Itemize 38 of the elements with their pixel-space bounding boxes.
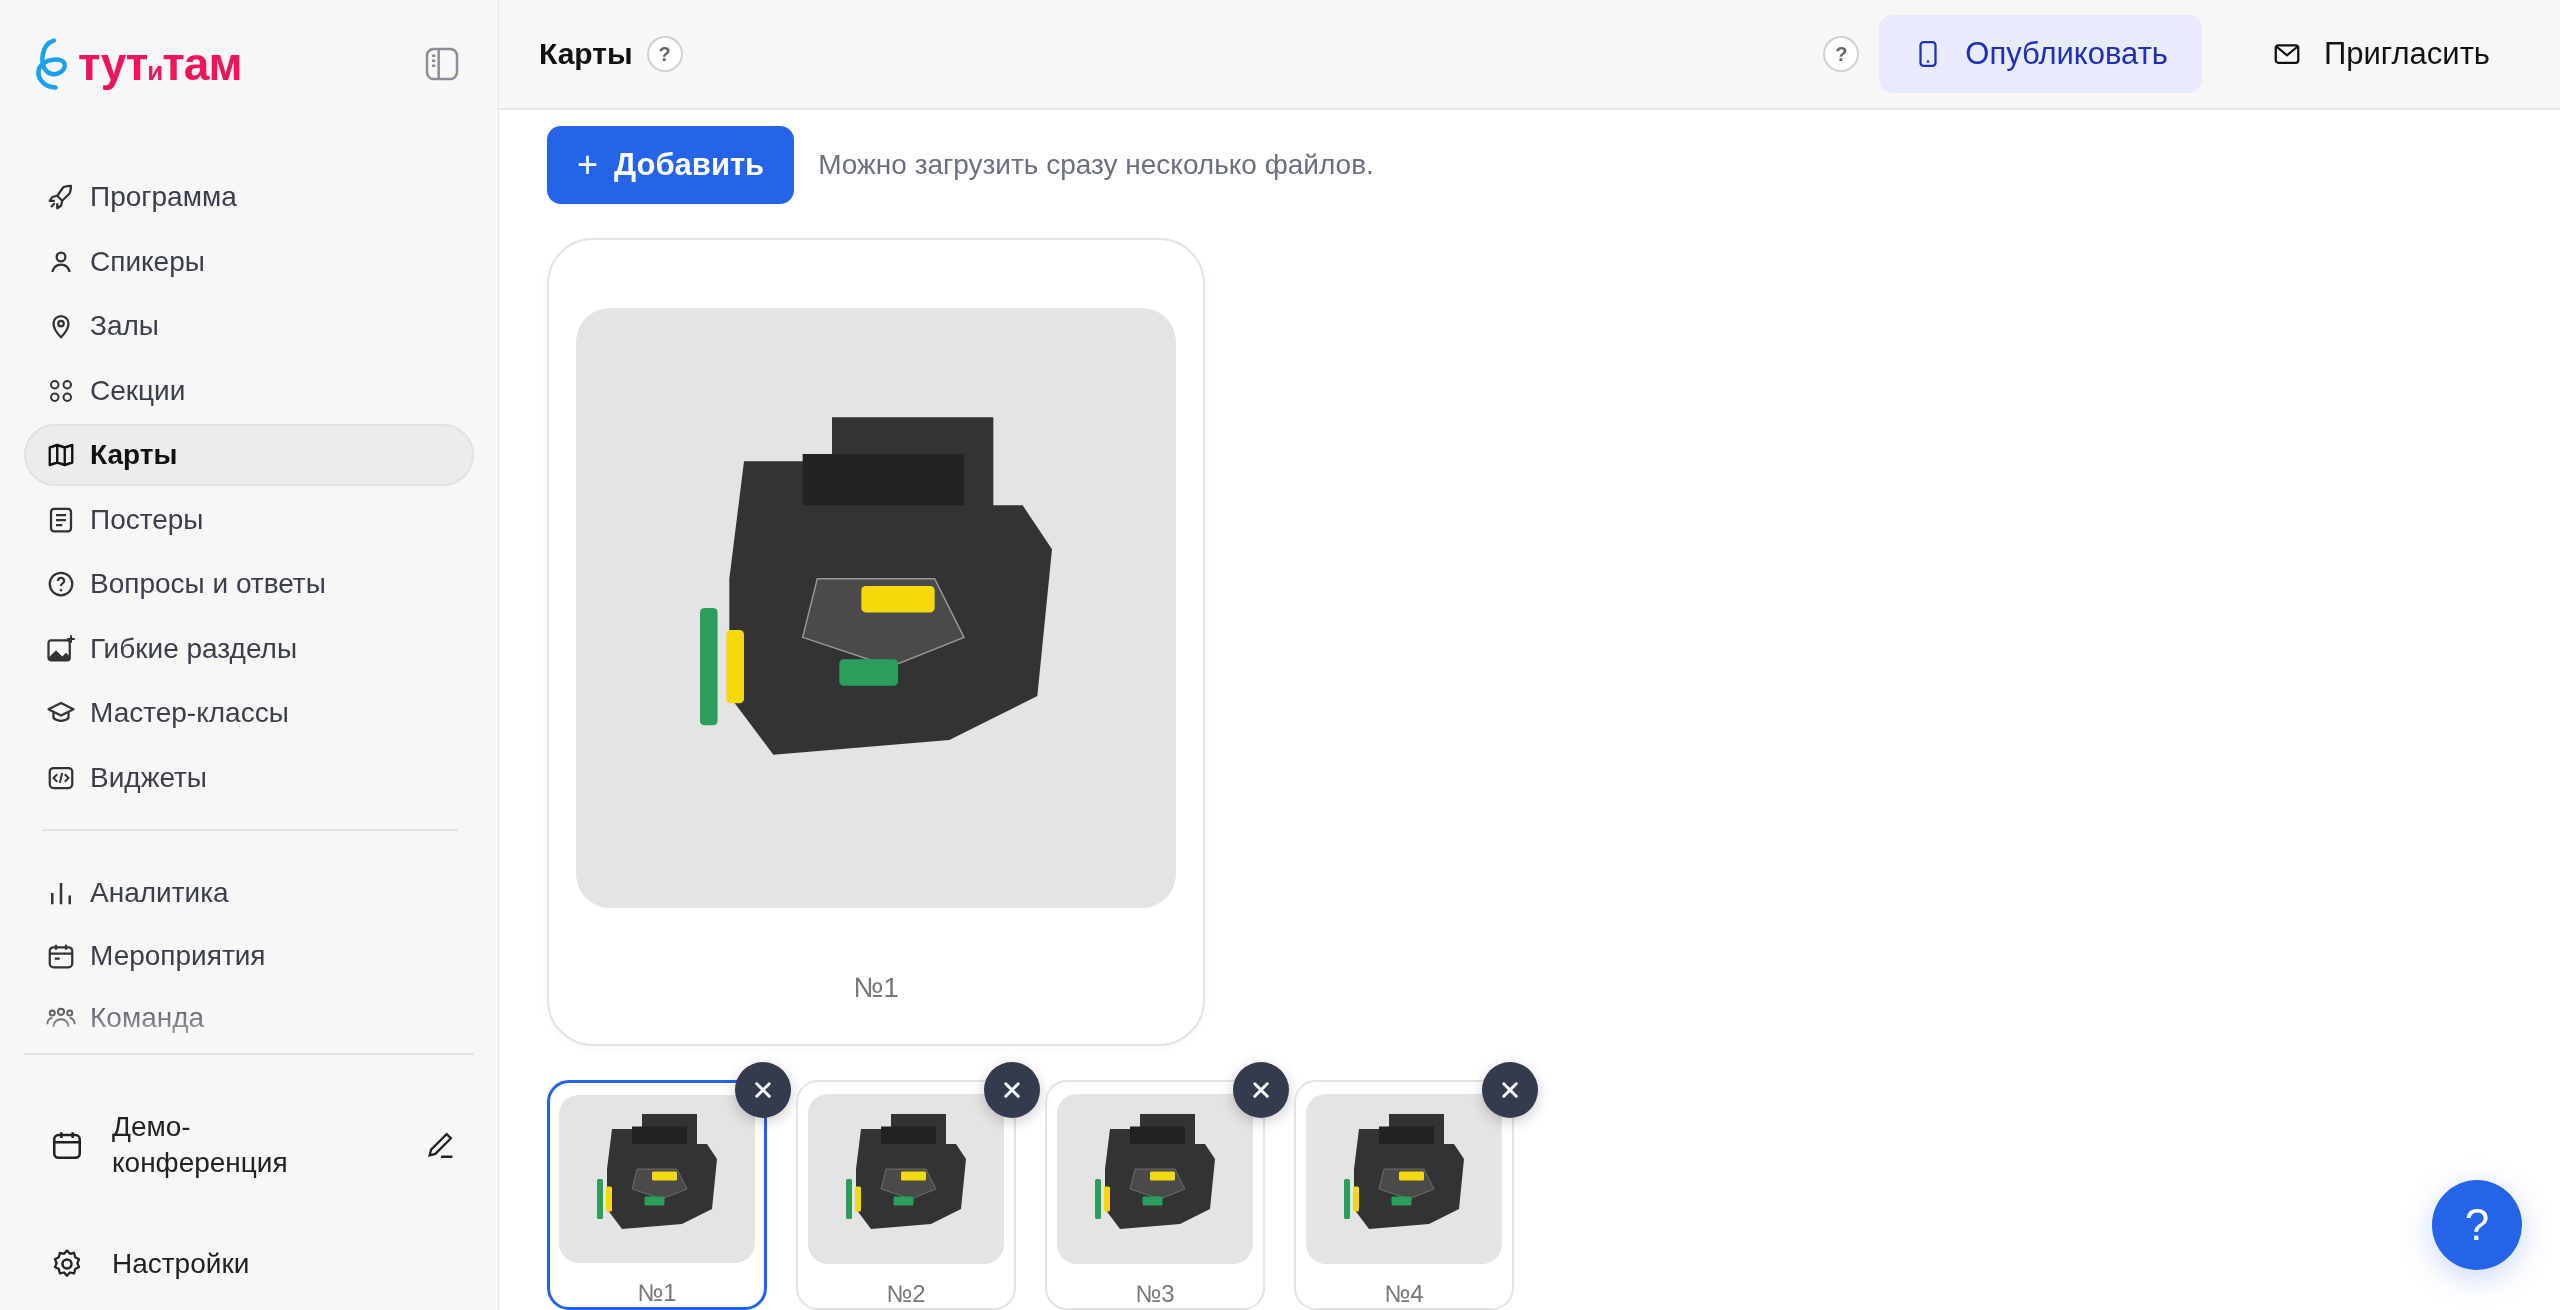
map-thumbnail[interactable]: №3 xyxy=(1045,1080,1265,1310)
nav-item[interactable]: Залы xyxy=(24,295,474,357)
add-button[interactable]: + Добавить xyxy=(547,126,795,204)
map-thumbnail[interactable]: №2 xyxy=(796,1080,1016,1310)
map-label: №1 xyxy=(637,1279,677,1307)
image-icon xyxy=(46,633,76,664)
publish-button[interactable]: Опубликовать xyxy=(1879,15,2203,93)
map-label: №1 xyxy=(853,972,899,1004)
help-button[interactable]: ? xyxy=(2432,1180,2522,1270)
settings-link[interactable]: Настройки xyxy=(24,1247,498,1281)
close-button[interactable] xyxy=(735,1062,791,1118)
nav-item[interactable]: Вопросы и ответы xyxy=(24,553,474,615)
nav-item[interactable]: Аналитика xyxy=(24,863,474,924)
close-button[interactable] xyxy=(984,1062,1040,1118)
nav-item[interactable]: Карты xyxy=(24,424,474,486)
nav-item[interactable]: Мастер-классы xyxy=(24,682,474,744)
nav-item[interactable]: Команда xyxy=(24,988,474,1049)
nav-item[interactable]: Гибкие разделы xyxy=(24,617,474,680)
nav-item[interactable]: Постеры xyxy=(24,488,474,551)
nav-item[interactable]: Виджеты xyxy=(24,746,474,809)
invite-button[interactable]: Пригласить xyxy=(2216,15,2490,93)
close-button[interactable] xyxy=(1233,1062,1289,1118)
map-thumbnail[interactable]: №4 xyxy=(1294,1080,1514,1310)
page-title: Карты xyxy=(539,37,633,71)
close-button[interactable] xyxy=(1482,1062,1538,1118)
nav-item[interactable]: Мероприятия xyxy=(24,925,474,986)
hint-text: Можно загрузить сразу несколько файлов. xyxy=(818,149,1374,181)
nav-item[interactable]: Секции xyxy=(24,359,474,422)
event-name: Демо-конференция xyxy=(112,1110,289,1180)
map-label: №2 xyxy=(886,1280,926,1308)
nav-item[interactable]: Программа xyxy=(24,166,474,228)
map-label: №4 xyxy=(1384,1280,1424,1308)
help-button[interactable]: ? xyxy=(1823,36,1860,72)
map-label: №3 xyxy=(1135,1280,1175,1308)
map-thumbnail[interactable]: №1 xyxy=(547,1080,767,1310)
question-icon xyxy=(46,569,76,599)
nav-item[interactable]: Спикеры xyxy=(24,230,474,293)
help-button[interactable]: ? xyxy=(646,36,683,72)
